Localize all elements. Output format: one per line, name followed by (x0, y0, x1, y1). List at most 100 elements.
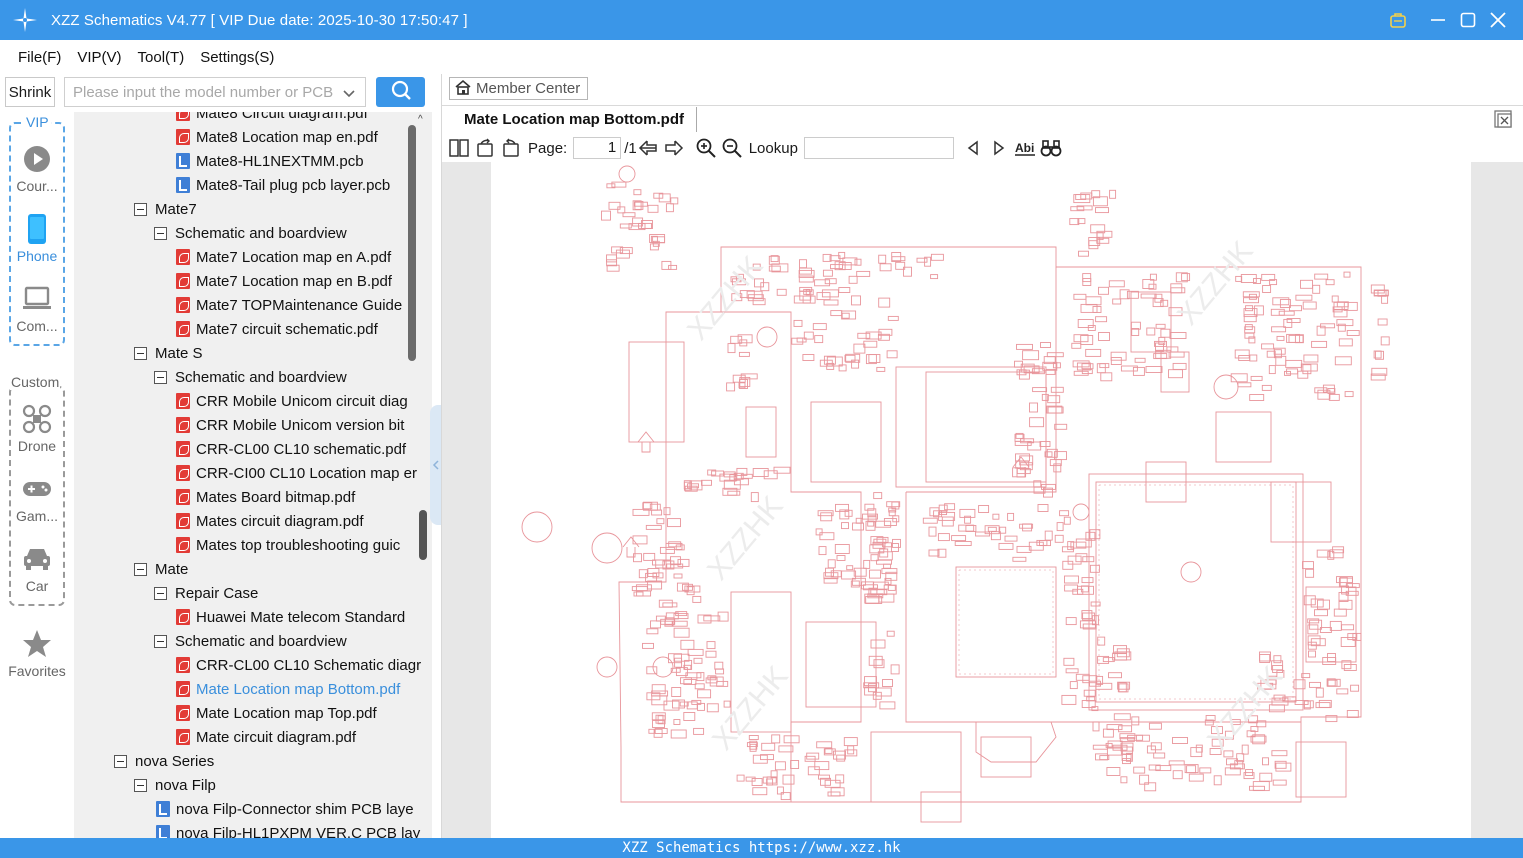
category-car[interactable]: Car (0, 544, 74, 594)
tree-file[interactable]: nova Filp-Connector shim PCB laye (156, 797, 414, 821)
close-icon[interactable] (1483, 5, 1513, 35)
menu-vip[interactable]: VIP(V) (77, 49, 121, 66)
collapse-icon[interactable] (114, 754, 127, 768)
tree-file[interactable]: CRR-CL00 CL10 schematic.pdf (176, 437, 406, 461)
component-pad (1333, 608, 1347, 617)
tree-file[interactable]: Mate7 Location map en A.pdf (176, 245, 391, 269)
component-pad (875, 520, 892, 528)
category-phone[interactable]: Phone (0, 214, 74, 264)
close-document-icon[interactable] (1494, 110, 1512, 128)
vip-bag-icon[interactable] (1383, 5, 1413, 35)
shrink-button[interactable]: Shrink (5, 77, 55, 107)
rotate-right-icon[interactable] (500, 137, 522, 159)
component-pad (1327, 388, 1336, 394)
component-pad (864, 676, 877, 687)
collapse-icon[interactable] (154, 634, 167, 648)
tree-folder[interactable]: Repair Case (154, 581, 258, 605)
component-pad (886, 501, 901, 508)
collapse-icon[interactable] (154, 586, 167, 600)
tree-file[interactable]: Mate7 circuit schematic.pdf (176, 317, 378, 341)
previous-page-icon[interactable] (637, 137, 659, 159)
tree-file[interactable]: Mates Board bitmap.pdf (176, 485, 355, 509)
document-viewer[interactable]: XZZHK XZZHK XZZHK XZZHK XZZHK (442, 162, 1523, 838)
zoom-out-icon[interactable] (721, 137, 743, 159)
category-computer[interactable]: Com... (0, 284, 74, 334)
maximize-icon[interactable] (1453, 5, 1483, 35)
tree-scrollbar-thumb[interactable] (408, 125, 416, 361)
rotate-left-icon[interactable] (474, 137, 496, 159)
collapse-icon[interactable] (154, 370, 167, 384)
chevron-down-icon[interactable] (343, 86, 355, 103)
tree-file[interactable]: Mates circuit diagram.pdf (176, 509, 364, 533)
match-word-icon[interactable]: Abi (1014, 137, 1036, 159)
tree-file[interactable]: CRR Mobile Unicom circuit diag (176, 389, 408, 413)
binoculars-icon[interactable] (1040, 137, 1062, 159)
tree-folder[interactable]: Schematic and boardview (154, 629, 347, 653)
find-next-icon[interactable] (988, 137, 1010, 159)
next-page-icon[interactable] (663, 137, 685, 159)
tree-file[interactable]: Mate8-HL1NEXTMM.pcb (176, 149, 364, 173)
component-pad (633, 189, 642, 196)
tree-file[interactable]: Mate7 Location map en B.pdf (176, 269, 392, 293)
zoom-in-icon[interactable] (695, 137, 717, 159)
category-courses[interactable]: Cour... (0, 144, 74, 194)
member-center-button[interactable]: Member Center (449, 77, 588, 100)
tree-file[interactable]: Huawei Mate telecom Standard (176, 605, 405, 629)
component-pad (870, 639, 886, 649)
component-pad (1181, 273, 1191, 282)
category-drone[interactable]: Drone (0, 404, 74, 454)
tree-file[interactable]: Mate8-Tail plug pcb layer.pcb (176, 173, 390, 197)
pdf-file-icon (176, 489, 190, 505)
find-previous-icon[interactable] (962, 137, 984, 159)
component-pad (941, 516, 954, 527)
minimize-icon[interactable] (1423, 5, 1453, 35)
component-pad (1078, 250, 1089, 257)
component-pad (608, 201, 621, 210)
tree-file[interactable]: nova Filp-HL1PXPM VER.C PCB lay (156, 821, 420, 838)
panel-scrollbar-thumb[interactable] (419, 510, 427, 560)
tree-folder[interactable]: Mate (134, 557, 188, 581)
collapse-icon[interactable] (134, 202, 147, 216)
component-pad (1343, 271, 1351, 278)
collapse-icon[interactable] (134, 562, 147, 576)
tree-folder[interactable]: Schematic and boardview (154, 221, 347, 245)
tree-file[interactable]: Mate8 Circuit diagram.pdf (176, 112, 368, 125)
favorites-item[interactable]: Favorites (0, 629, 74, 679)
category-games[interactable]: Gam... (0, 474, 74, 524)
tree-folder[interactable]: Schematic and boardview (154, 365, 347, 389)
component-pad (664, 620, 674, 627)
tree-file[interactable]: CRR Mobile Unicom version bit (176, 413, 404, 437)
tree-file[interactable]: Mate circuit diagram.pdf (176, 725, 356, 749)
tree-file[interactable]: Mates top troubleshooting guic (176, 533, 400, 557)
page-number-input[interactable]: 1 (573, 137, 622, 159)
two-page-view-icon[interactable] (448, 137, 470, 159)
component-pad (930, 253, 944, 261)
tree-file[interactable]: CRR-CI00 CL10 Location map er (176, 461, 417, 485)
tree-folder[interactable]: nova Filp (134, 773, 216, 797)
search-input[interactable]: Please input the model number or PCB (64, 77, 366, 107)
menu-file[interactable]: File(F) (18, 49, 61, 66)
collapse-icon[interactable] (154, 226, 167, 240)
component-pad (1131, 716, 1140, 726)
component-pad (827, 559, 836, 569)
tree-folder[interactable]: nova Series (114, 749, 214, 773)
search-button[interactable] (376, 77, 425, 107)
collapse-icon[interactable] (134, 778, 147, 792)
tree-file[interactable]: Mate Location map Top.pdf (176, 701, 377, 725)
lookup-input[interactable] (803, 137, 954, 159)
tree-file[interactable]: CRR-CL00 CL10 Schematic diagr (176, 653, 421, 677)
tree-folder[interactable]: Mate7 (134, 197, 197, 221)
component-pad (1314, 273, 1329, 280)
tree-folder[interactable]: Mate S (134, 341, 203, 365)
tree-file[interactable]: Mate7 TOPMaintenance Guide (176, 293, 402, 317)
document-tab[interactable]: Mate Location map Bottom.pdf (452, 107, 697, 132)
tree-file[interactable]: Mate Location map Bottom.pdf (176, 677, 400, 701)
component-pad (1170, 287, 1186, 294)
menu-settings[interactable]: Settings(S) (200, 49, 274, 66)
collapse-icon[interactable] (134, 346, 147, 360)
pdf-page[interactable]: XZZHK XZZHK XZZHK XZZHK XZZHK (491, 162, 1471, 838)
menu-tool[interactable]: Tool(T) (138, 49, 185, 66)
scroll-up-icon[interactable]: ^ (418, 114, 423, 125)
tree-file[interactable]: Mate8 Location map en.pdf (176, 125, 378, 149)
tree-item-label: Mate7 Location map en A.pdf (196, 248, 392, 266)
